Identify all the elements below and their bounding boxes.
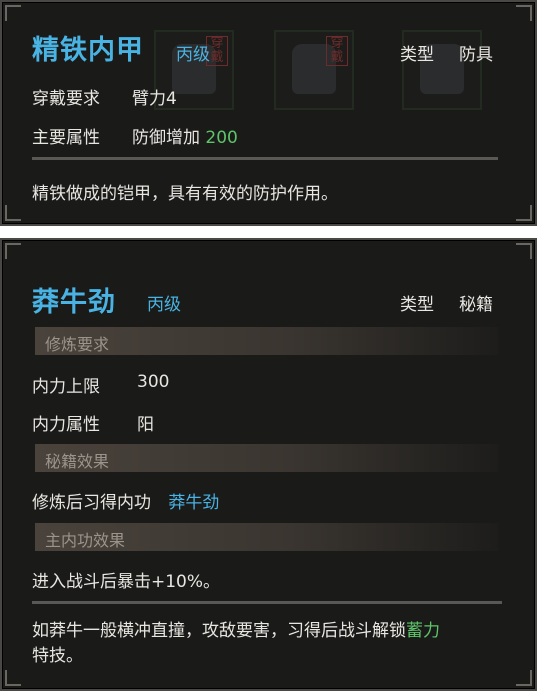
inner-limit-label: 内力上限 bbox=[32, 377, 100, 397]
armor-tooltip-panel: 穿戴 穿戴 精铁内甲 丙级 类型 防具 穿戴要求 臂力4 主要属性 防御增加 2… bbox=[0, 0, 537, 226]
attribute-number: 200 bbox=[205, 128, 238, 148]
requirement-label: 穿戴要求 bbox=[32, 89, 100, 109]
equipment-slot: 穿戴 bbox=[274, 30, 354, 110]
section-divider bbox=[32, 601, 502, 604]
learn-value: 莽牛劲 bbox=[168, 493, 220, 513]
manual-description-line1: 如莽牛一般横冲直撞，攻敌要害，习得后战斗解锁蓄力 bbox=[32, 616, 440, 641]
inner-attr-value: 阳 bbox=[137, 415, 154, 435]
description-highlight: 蓄力 bbox=[406, 621, 440, 641]
inner-attr-label: 内力属性 bbox=[32, 415, 100, 435]
section-divider bbox=[32, 157, 498, 160]
learn-row: 修炼后习得内功 莽牛劲 bbox=[32, 488, 219, 513]
learn-label: 修炼后习得内功 bbox=[32, 493, 151, 513]
panel-corner-ornament bbox=[5, 670, 21, 686]
manual-tooltip-panel: 莽牛劲 丙级 类型 秘籍 修炼要求 内力上限 300 内力属性 阳 秘籍效果 修… bbox=[0, 238, 537, 691]
manual-type-value: 秘籍 bbox=[459, 295, 493, 315]
requirement-value: 臂力4 bbox=[132, 89, 177, 109]
section-header-label: 修炼要求 bbox=[45, 335, 110, 354]
section-header-main-effect: 主内功效果 bbox=[35, 523, 499, 551]
section-header-requirements: 修炼要求 bbox=[35, 327, 499, 355]
item-grade: 丙级 bbox=[176, 45, 210, 65]
attribute-row: 防御增加 200 bbox=[132, 123, 238, 148]
equip-stamp: 穿戴 bbox=[326, 36, 348, 66]
manual-grade: 丙级 bbox=[147, 295, 181, 315]
item-type-value: 防具 bbox=[459, 45, 493, 65]
panel-corner-ornament bbox=[516, 5, 532, 21]
attribute-label: 主要属性 bbox=[32, 128, 100, 148]
item-name: 精铁内甲 bbox=[32, 35, 144, 66]
section-header-label: 秘籍效果 bbox=[45, 452, 110, 471]
main-effect-text: 进入战斗后暴击+10%。 bbox=[32, 572, 221, 592]
item-type-label: 类型 bbox=[400, 45, 434, 65]
attribute-value: 防御增加 bbox=[132, 128, 200, 148]
manual-type-label: 类型 bbox=[400, 295, 434, 315]
description-text: 如莽牛一般横冲直撞，攻敌要害，习得后战斗解锁 bbox=[32, 621, 406, 641]
manual-description-line2: 特技。 bbox=[32, 646, 83, 666]
section-header-effect: 秘籍效果 bbox=[35, 444, 499, 472]
section-header-label: 主内功效果 bbox=[45, 531, 126, 550]
panel-corner-ornament bbox=[5, 205, 21, 221]
manual-name: 莽牛劲 bbox=[32, 287, 116, 318]
panel-corner-ornament bbox=[516, 243, 532, 259]
item-description: 精铁做成的铠甲，具有有效的防护作用。 bbox=[32, 184, 338, 204]
inner-limit-value: 300 bbox=[137, 372, 170, 392]
